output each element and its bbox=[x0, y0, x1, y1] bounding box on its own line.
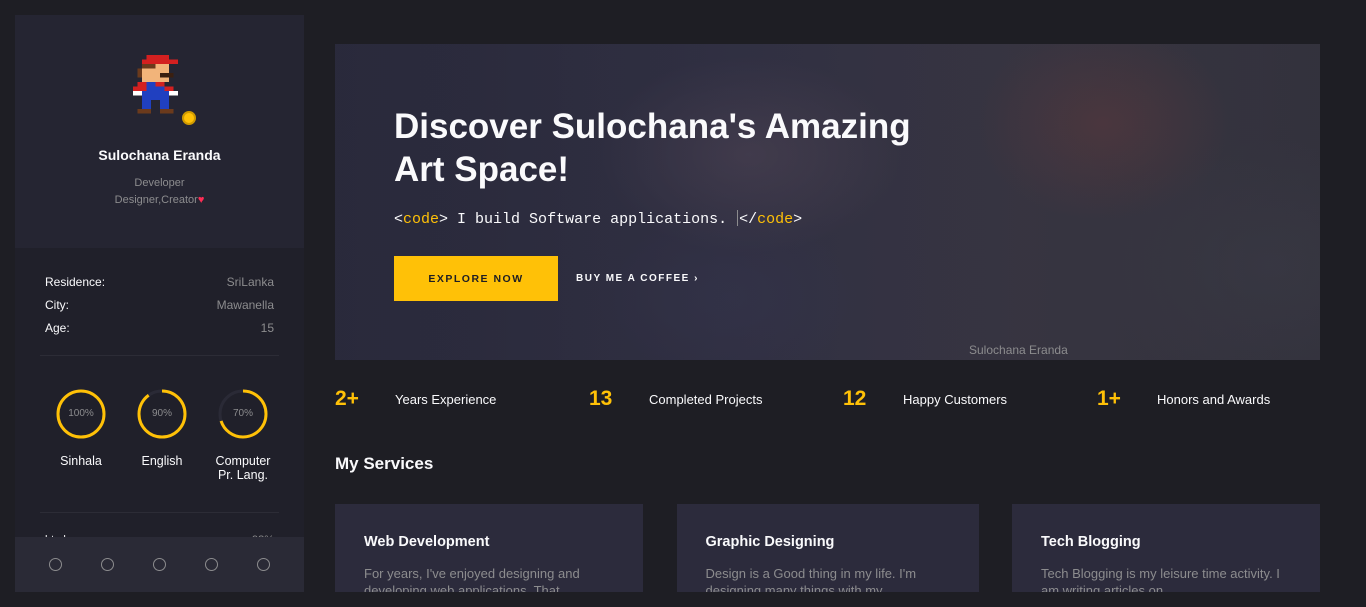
info-value: SriLanka bbox=[226, 274, 274, 289]
banner-caption: Sulochana Eranda bbox=[969, 343, 1068, 357]
chevron-right-icon: › bbox=[694, 273, 699, 284]
buy-me-a-coffee-link[interactable]: BUY ME A COFFEE › bbox=[576, 273, 699, 284]
progress-value: 70% bbox=[232, 408, 253, 419]
counter-number: 1+ bbox=[1097, 387, 1121, 410]
service-title: Graphic Designing bbox=[705, 534, 835, 550]
service-text: Design is a Good thing in my life. I'm d… bbox=[705, 566, 917, 592]
profile-role: Developer Designer,Creator♥ bbox=[15, 175, 304, 209]
buy-me-a-coffee-label: BUY ME A COFFEE bbox=[576, 273, 690, 284]
main-content: Discover Sulochana's Amazing Art Space! … bbox=[314, 15, 1351, 592]
counter-label: Happy Customers bbox=[903, 391, 1008, 407]
info-row-city: City: Mawanella bbox=[45, 293, 274, 316]
profile-role-line-2: Designer,Creator♥ bbox=[15, 192, 304, 209]
service-card-tech-blogging: Tech Blogging Tech Blogging is my leisur… bbox=[1012, 504, 1320, 592]
heart-icon: ♥ bbox=[197, 194, 205, 206]
banner-actions: EXPLORE NOW BUY ME A COFFEE › bbox=[394, 256, 1034, 301]
personal-info: Residence: SriLanka City: Mawanella Age:… bbox=[15, 248, 304, 339]
divider bbox=[40, 512, 279, 513]
language-name: Sinhala bbox=[60, 454, 102, 468]
counter-label: Years Experience bbox=[395, 391, 497, 407]
counter-label: Honors and Awards bbox=[1157, 391, 1271, 407]
counter-customers: 12 Happy Customers bbox=[843, 387, 1097, 411]
services-title: My Services bbox=[335, 454, 434, 473]
language-name: Computer Pr. Lang. bbox=[215, 454, 271, 482]
service-title: Web Development bbox=[364, 534, 490, 550]
code-text: I build Software applications. bbox=[448, 211, 737, 228]
info-key: Residence: bbox=[45, 274, 106, 289]
progress-ring: 70% bbox=[217, 388, 269, 440]
counter-experience: 2+ Years Experience bbox=[335, 387, 589, 411]
service-card-graphic-designing: Graphic Designing Design is a Good thing… bbox=[676, 504, 979, 592]
counter-number: 2+ bbox=[335, 387, 359, 410]
service-title: Tech Blogging bbox=[1041, 534, 1141, 550]
info-key: Age: bbox=[45, 320, 70, 335]
info-value: 15 bbox=[260, 320, 274, 335]
code-tagline: <code> I build Software applications. </… bbox=[394, 210, 803, 228]
banner-title-line-2: Art Space! bbox=[394, 150, 570, 189]
code-close-tag: code bbox=[757, 211, 794, 228]
service-card-web-development: Web Development For years, I've enjoyed … bbox=[335, 504, 643, 592]
profile-role-line-2-text: Designer,Creator bbox=[114, 194, 198, 206]
social-icon-4[interactable] bbox=[204, 558, 218, 571]
banner-title-line-1: Discover Sulochana's Amazing bbox=[394, 107, 911, 146]
language-skills: 100% Sinhala 90% English 70% Computer Pr… bbox=[15, 356, 304, 482]
info-row-age: Age: 15 bbox=[45, 316, 274, 339]
profile-role-line-1: Developer bbox=[134, 177, 185, 189]
social-icon-5[interactable] bbox=[256, 558, 270, 571]
typing-caret bbox=[737, 210, 739, 226]
social-links bbox=[15, 537, 304, 592]
counter-projects: 13 Completed Projects bbox=[589, 387, 843, 411]
counter-awards: 1+ Honors and Awards bbox=[1097, 387, 1320, 411]
sidebar: Sulochana Eranda Developer Designer,Crea… bbox=[15, 15, 304, 592]
banner-title: Discover Sulochana's Amazing Art Space! bbox=[394, 105, 1034, 191]
language-name: English bbox=[141, 454, 183, 468]
counter-number: 13 bbox=[589, 387, 613, 410]
code-open-tag: code bbox=[403, 211, 440, 228]
avatar bbox=[124, 55, 196, 127]
language-computer: 70% Computer Pr. Lang. bbox=[212, 388, 274, 482]
profile-name: Sulochana Eranda bbox=[98, 147, 221, 163]
social-icon-2[interactable] bbox=[101, 558, 115, 571]
info-value: Mawanella bbox=[216, 297, 274, 312]
progress-value: 90% bbox=[151, 408, 172, 419]
social-icon-1[interactable] bbox=[49, 558, 63, 571]
service-text: Tech Blogging is my leisure time activit… bbox=[1041, 566, 1280, 592]
counter-label: Completed Projects bbox=[649, 391, 763, 407]
hero-banner: Discover Sulochana's Amazing Art Space! … bbox=[335, 44, 1320, 360]
counter-number: 12 bbox=[843, 387, 867, 410]
social-icon-3[interactable] bbox=[152, 558, 166, 571]
progress-ring: 100% bbox=[55, 388, 107, 440]
progress-value: 100% bbox=[68, 408, 94, 419]
language-sinhala: 100% Sinhala bbox=[50, 388, 112, 482]
progress-ring: 90% bbox=[136, 388, 188, 440]
services-list: Web Development For years, I've enjoyed … bbox=[335, 504, 1320, 592]
coin-badge-icon bbox=[181, 111, 196, 125]
language-english: 90% English bbox=[131, 388, 193, 482]
explore-now-button[interactable]: EXPLORE NOW bbox=[394, 256, 558, 301]
info-key: City: bbox=[45, 297, 69, 312]
info-row-residence: Residence: SriLanka bbox=[45, 270, 274, 293]
service-text: For years, I've enjoyed designing and de… bbox=[364, 566, 580, 592]
stats-counters: 2+ Years Experience 13 Completed Project… bbox=[335, 387, 1320, 411]
banner-content: Discover Sulochana's Amazing Art Space! … bbox=[394, 105, 1034, 301]
profile-card: Sulochana Eranda Developer Designer,Crea… bbox=[15, 15, 304, 248]
